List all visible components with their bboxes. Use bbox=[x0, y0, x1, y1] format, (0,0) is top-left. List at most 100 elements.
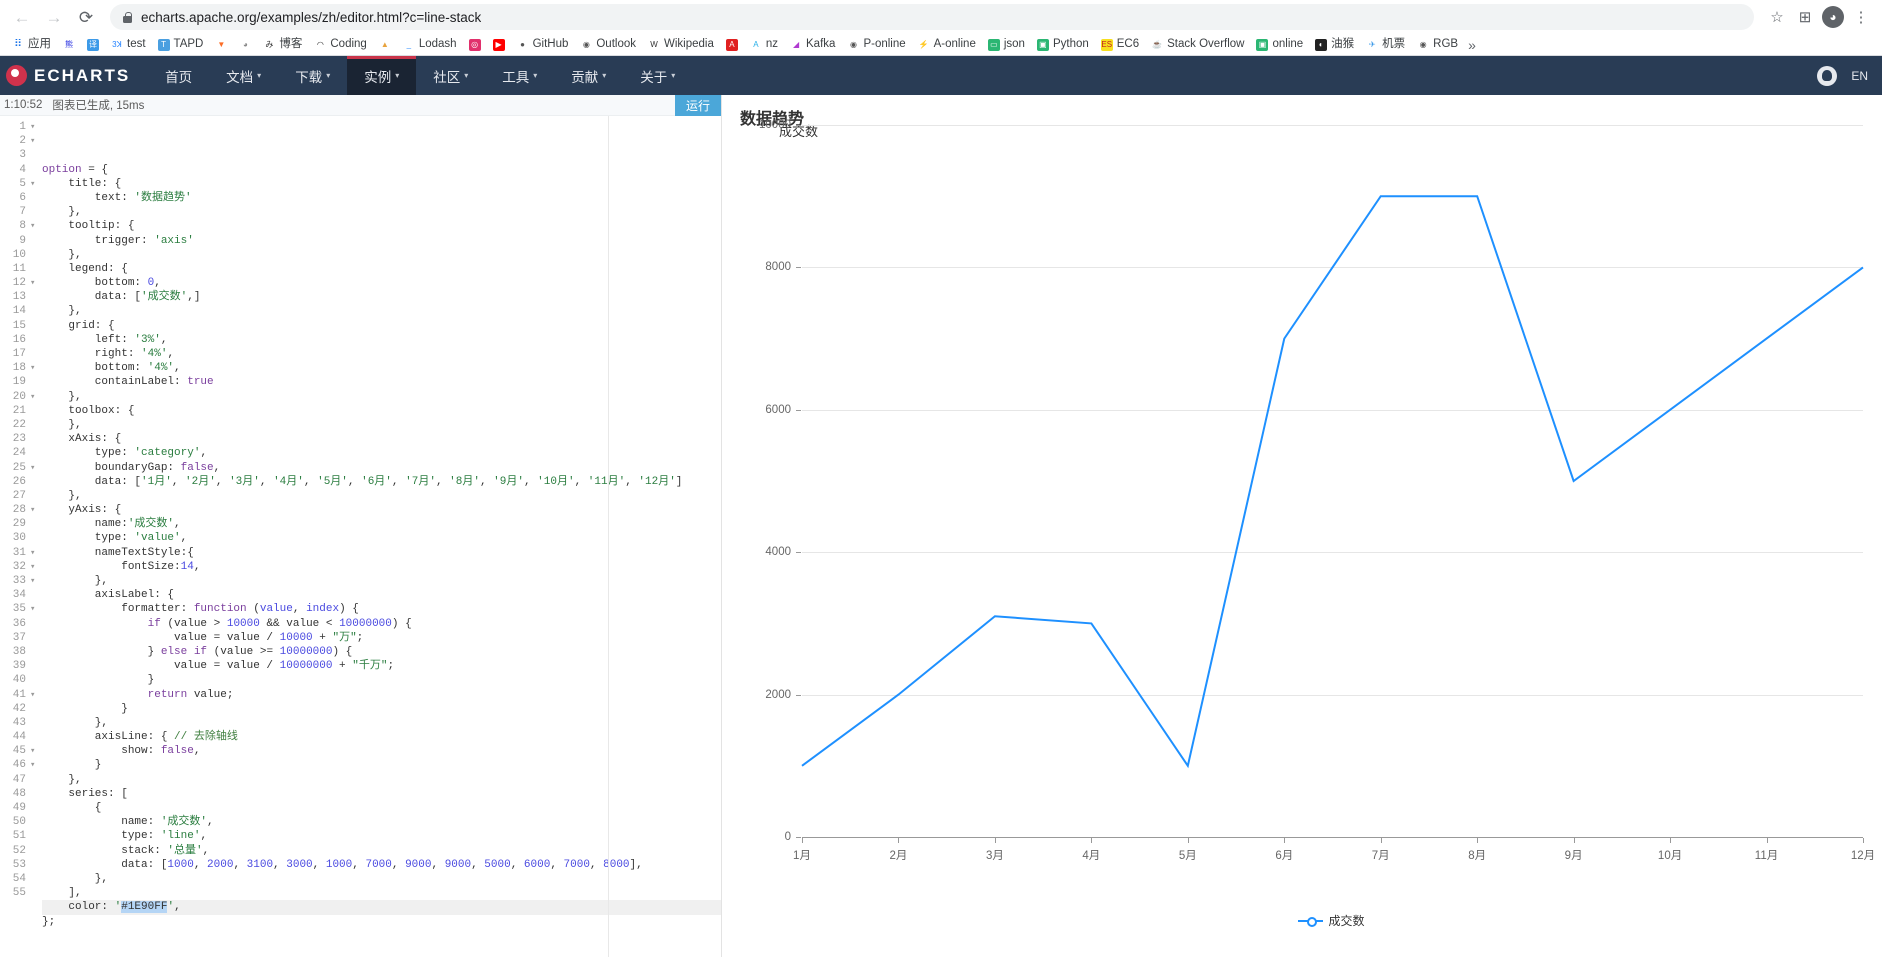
fold-toggle-icon[interactable]: ▾ bbox=[30, 503, 42, 517]
bookmark-item[interactable]: ▭ json bbox=[982, 35, 1031, 55]
fold-toggle-icon[interactable]: ▾ bbox=[30, 361, 42, 375]
code-line[interactable]: formatter: function (value, index) { bbox=[42, 602, 721, 616]
forward-icon[interactable]: → bbox=[40, 3, 68, 31]
fold-toggle-icon[interactable]: ▾ bbox=[30, 744, 42, 758]
bookmark-item[interactable]: ES EC6 bbox=[1095, 35, 1145, 55]
bookmark-item[interactable]: ☕ Stack Overflow bbox=[1145, 35, 1250, 55]
bookmark-item[interactable]: ◉ Outlook bbox=[574, 35, 642, 55]
code-line[interactable]: containLabel: true bbox=[42, 375, 721, 389]
code-line[interactable]: value = value / 10000 + "万"; bbox=[42, 631, 721, 645]
profile-avatar[interactable]: ◕ bbox=[1820, 4, 1846, 30]
code-line[interactable]: } bbox=[42, 702, 721, 716]
language-switch[interactable]: EN bbox=[1851, 69, 1868, 83]
bookmark-item[interactable]: ⚡ A-online bbox=[912, 35, 982, 55]
bookmark-item[interactable]: ◕ bbox=[233, 35, 257, 55]
fold-toggle-icon[interactable]: ▾ bbox=[30, 758, 42, 772]
code-line[interactable]: type: 'line', bbox=[42, 829, 721, 843]
code-line[interactable]: fontSize:14, bbox=[42, 560, 721, 574]
nav-item-文档[interactable]: 文档 ▾ bbox=[209, 56, 278, 95]
fold-toggle-icon[interactable]: ▾ bbox=[30, 390, 42, 404]
bookmark-item[interactable]: _ Lodash bbox=[397, 35, 463, 55]
code-line[interactable]: series: [ bbox=[42, 787, 721, 801]
bookmark-item[interactable]: A bbox=[720, 35, 744, 55]
back-icon[interactable]: ← bbox=[8, 3, 36, 31]
code-line[interactable]: }, bbox=[42, 773, 721, 787]
code-line[interactable]: type: 'category', bbox=[42, 446, 721, 460]
bookmark-star-icon[interactable]: ☆ bbox=[1764, 4, 1790, 30]
code-line[interactable]: type: 'value', bbox=[42, 531, 721, 545]
bookmark-item[interactable]: W Wikipedia bbox=[642, 35, 720, 55]
code-line[interactable]: }, bbox=[42, 489, 721, 503]
code-line[interactable]: { bbox=[42, 801, 721, 815]
bookmark-item[interactable]: 译 bbox=[81, 35, 105, 55]
bookmark-item[interactable]: ◐ 油猴 bbox=[1309, 35, 1360, 55]
bookmark-item[interactable]: ◢ Kafka bbox=[784, 35, 841, 55]
bookmarks-overflow-icon[interactable]: » bbox=[1464, 37, 1480, 53]
bookmark-item[interactable]: ◠ Coding bbox=[308, 35, 372, 55]
code-line[interactable]: }; bbox=[42, 915, 721, 929]
code-line[interactable]: }, bbox=[42, 418, 721, 432]
bookmark-item[interactable]: ◉ RGB bbox=[1411, 35, 1464, 55]
code-line[interactable]: data: [1000, 2000, 3100, 3000, 1000, 700… bbox=[42, 858, 721, 872]
code-line[interactable]: nameTextStyle:{ bbox=[42, 546, 721, 560]
bookmark-item[interactable]: ⠿ 应用 bbox=[6, 35, 57, 55]
code-line[interactable]: }, bbox=[42, 872, 721, 886]
code-line[interactable]: } bbox=[42, 673, 721, 687]
code-line[interactable]: data: ['成交数',] bbox=[42, 290, 721, 304]
fold-toggle-icon[interactable]: ▾ bbox=[30, 276, 42, 290]
bookmark-item[interactable]: ◉ P-online bbox=[841, 35, 911, 55]
code-line[interactable]: }, bbox=[42, 304, 721, 318]
code-line[interactable]: toolbox: { bbox=[42, 404, 721, 418]
code-text-area[interactable]: option = { title: { text: '数据趋势' }, tool… bbox=[42, 116, 721, 957]
code-line[interactable]: color: '#1E90FF', bbox=[42, 900, 721, 915]
bookmark-item[interactable]: ◎ bbox=[463, 35, 487, 55]
code-line[interactable]: stack: '总量', bbox=[42, 844, 721, 858]
code-line[interactable]: }, bbox=[42, 716, 721, 730]
code-line[interactable]: }, bbox=[42, 248, 721, 262]
code-editor[interactable]: 1 2 3 4 5 6 7 8 9 10 11 12 13 14 15 16 17 18 19 20 21 22 23 24 2… bbox=[0, 116, 721, 957]
address-bar[interactable]: echarts.apache.org/examples/zh/editor.ht… bbox=[110, 4, 1754, 30]
fold-toggle-icon[interactable]: ▾ bbox=[30, 219, 42, 233]
nav-item-社区[interactable]: 社区 ▾ bbox=[416, 56, 485, 95]
code-line[interactable]: name:'成交数', bbox=[42, 517, 721, 531]
code-line[interactable]: if (value > 10000 && value < 10000000) { bbox=[42, 617, 721, 631]
code-line[interactable]: option = { bbox=[42, 163, 721, 177]
bookmark-item[interactable]: ✈ 机票 bbox=[1360, 35, 1411, 55]
code-line[interactable]: }, bbox=[42, 205, 721, 219]
code-line[interactable] bbox=[42, 929, 721, 943]
bookmark-item[interactable]: ▲ bbox=[373, 35, 397, 55]
bookmark-item[interactable]: Anz bbox=[744, 35, 784, 55]
site-logo[interactable]: ECHARTS bbox=[0, 56, 148, 95]
bookmark-item[interactable]: ▶ bbox=[487, 35, 511, 55]
code-line[interactable]: }, bbox=[42, 390, 721, 404]
nav-item-首页[interactable]: 首页 bbox=[148, 56, 209, 95]
fold-toggle-icon[interactable]: ▾ bbox=[30, 120, 42, 134]
bookmark-item[interactable]: T TAPD bbox=[152, 35, 210, 55]
code-line[interactable]: axisLabel: { bbox=[42, 588, 721, 602]
bookmark-item[interactable]: ▣ online bbox=[1250, 35, 1309, 55]
code-line[interactable]: name: '成交数', bbox=[42, 815, 721, 829]
code-line[interactable]: data: ['1月', '2月', '3月', '4月', '5月', '6月… bbox=[42, 475, 721, 489]
chart-legend[interactable]: 成交数 bbox=[1297, 912, 1365, 929]
nav-item-工具[interactable]: 工具 ▾ bbox=[485, 56, 554, 95]
code-line[interactable]: legend: { bbox=[42, 262, 721, 276]
fold-toggle-icon[interactable]: ▾ bbox=[30, 177, 42, 191]
bookmark-item[interactable]: ● GitHub bbox=[511, 35, 575, 55]
nav-item-下载[interactable]: 下载 ▾ bbox=[278, 56, 347, 95]
extensions-icon[interactable]: ⊞ bbox=[1792, 4, 1818, 30]
code-line[interactable]: return value; bbox=[42, 688, 721, 702]
fold-toggle-icon[interactable]: ▾ bbox=[30, 688, 42, 702]
nav-item-贡献[interactable]: 贡献 ▾ bbox=[554, 56, 623, 95]
bookmark-item[interactable]: ▼ bbox=[209, 35, 233, 55]
fold-toggle-icon[interactable]: ▾ bbox=[30, 546, 42, 560]
fold-toggle-icon[interactable]: ▾ bbox=[30, 560, 42, 574]
code-line[interactable]: ], bbox=[42, 886, 721, 900]
code-line[interactable]: } else if (value >= 10000000) { bbox=[42, 645, 721, 659]
code-line[interactable]: axisLine: { // 去除轴线 bbox=[42, 730, 721, 744]
code-line[interactable]: }, bbox=[42, 574, 721, 588]
code-line[interactable]: value = value / 10000000 + "千万"; bbox=[42, 659, 721, 673]
nav-item-实例[interactable]: 实例 ▾ bbox=[347, 56, 417, 95]
bookmark-item[interactable]: 熊 bbox=[57, 35, 81, 55]
nav-item-关于[interactable]: 关于 ▾ bbox=[623, 56, 692, 95]
code-line[interactable]: show: false, bbox=[42, 744, 721, 758]
